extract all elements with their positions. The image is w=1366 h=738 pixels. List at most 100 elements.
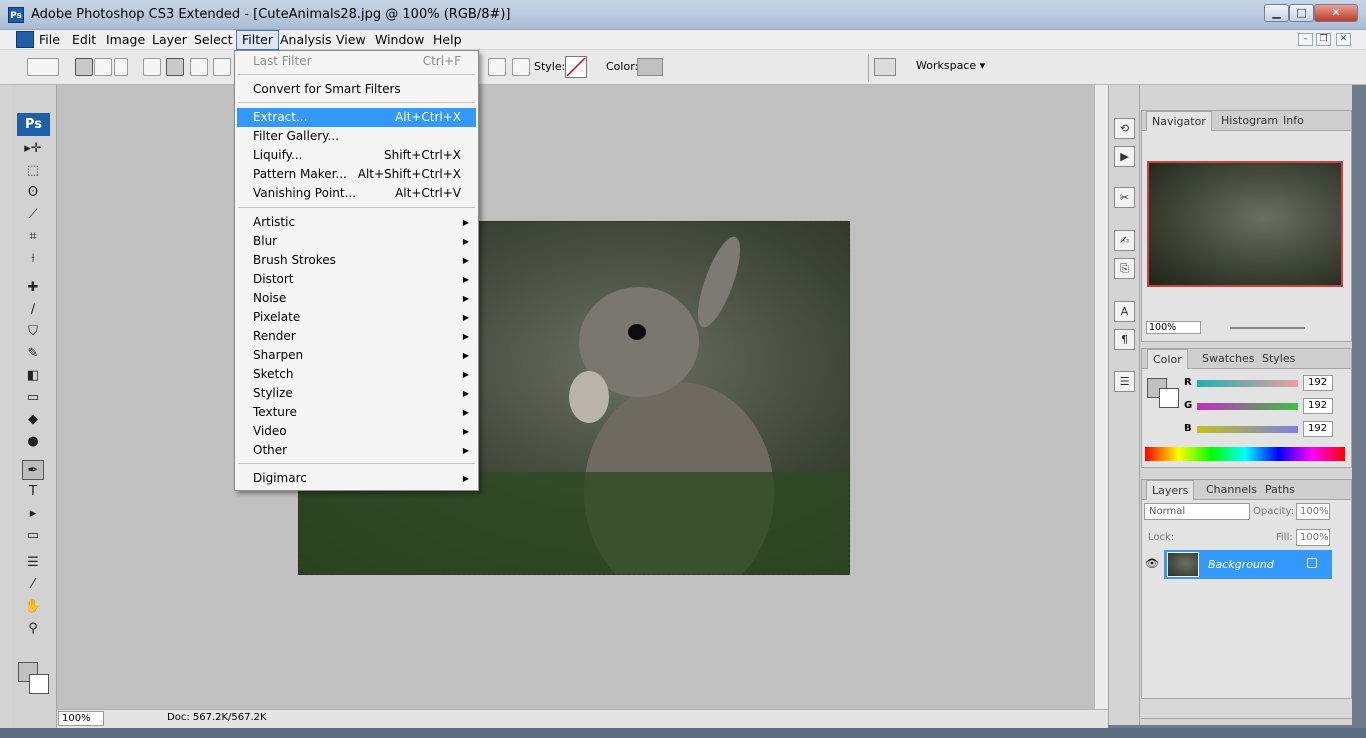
maximize-button[interactable]: □ [1289,4,1314,22]
menu-item-sketch[interactable]: Sketch ▶ [237,365,476,384]
brush-tool-icon[interactable]: ∕ [22,300,44,320]
navigator-thumbnail[interactable] [1147,161,1343,287]
menu-help[interactable]: Help [428,30,467,50]
file-browser-icon[interactable] [874,58,896,76]
gradient-tool-icon[interactable]: ▭ [22,388,44,408]
workspace-button[interactable]: Workspace ▾ [910,56,991,76]
layer-comps-icon[interactable]: ☰ [1114,371,1135,392]
menu-item-pixelate[interactable]: Pixelate ▶ [237,308,476,327]
marquee-tool-icon[interactable]: ⬚ [22,161,44,181]
opacity-field[interactable]: 100% [1296,503,1330,520]
doc-restore-button[interactable]: ❐ [1316,33,1331,46]
menu-item-video[interactable]: Video ▶ [237,422,476,441]
menu-view[interactable]: View [331,30,371,50]
navigator-zoom-slider[interactable] [1230,327,1305,329]
menu-window[interactable]: Window [370,30,429,50]
brushes-icon[interactable]: ✍ [1114,230,1135,251]
tab-styles[interactable]: Styles [1257,349,1300,369]
menu-item-pattern-maker[interactable]: Pattern Maker... Alt+Shift+Ctrl+X [237,165,476,184]
menu-filter[interactable]: Filter [236,30,279,50]
healing-brush-icon[interactable]: ✚ [22,278,44,298]
eyedropper-tool-icon[interactable]: ⁄ [22,575,44,595]
fill-pixels-icon[interactable] [114,58,128,76]
paragraph-icon[interactable]: ¶ [1114,329,1135,350]
hand-tool-icon[interactable]: ✋ [22,597,44,617]
clone-stamp-icon[interactable]: ⛉ [22,322,44,342]
menu-item-other[interactable]: Other ▶ [237,441,476,460]
tab-channels[interactable]: Channels [1201,480,1262,500]
tab-swatches[interactable]: Swatches [1197,349,1260,369]
actions-icon[interactable]: ▶ [1114,146,1135,167]
channel-g-value[interactable]: 192 [1303,398,1333,414]
magic-wand-icon[interactable]: ⟋ [22,205,44,225]
menu-item-artistic[interactable]: Artistic ▶ [237,213,476,232]
photoshop-app-icon[interactable]: Ps [8,7,24,23]
path-selection-icon[interactable]: ▸ [22,504,44,524]
menu-analysis[interactable]: Analysis [275,30,337,50]
minimize-button[interactable]: ▁ [1264,4,1289,22]
close-button[interactable]: ✕ [1314,4,1358,22]
channel-r-value[interactable]: 192 [1303,375,1333,391]
menu-item-noise[interactable]: Noise ▶ [237,289,476,308]
shape-layers-icon[interactable] [75,58,93,76]
history-icon[interactable]: ⟲ [1114,118,1135,139]
path-combine-icon[interactable] [488,58,506,76]
pen-tool-icon[interactable] [143,58,161,76]
history-brush-icon[interactable]: ✎ [22,344,44,364]
menu-item-extract[interactable]: Extract... Alt+Ctrl+X [237,108,476,127]
menu-item-sharpen[interactable]: Sharpen ▶ [237,346,476,365]
character-icon[interactable]: A [1114,301,1135,322]
background-color[interactable] [29,674,49,694]
document-icon[interactable] [16,31,34,48]
paths-icon[interactable] [94,58,112,76]
menu-item-filter-gallery[interactable]: Filter Gallery... [237,127,476,146]
slice-tool-icon[interactable]: ⟊ [22,249,44,269]
layer-visibility-eye-icon[interactable]: 👁 [1144,554,1160,574]
tool-preset-picker[interactable] [27,58,59,76]
vertical-scrollbar[interactable] [1094,85,1108,709]
channel-b-slider[interactable] [1197,426,1298,433]
zoom-field[interactable]: 100% [58,711,104,726]
channel-r-slider[interactable] [1197,380,1298,387]
menu-item-brush-strokes[interactable]: Brush Strokes ▶ [237,251,476,270]
tab-layers[interactable]: Layers [1146,480,1195,500]
type-tool-icon[interactable]: T [22,482,44,502]
menu-layer[interactable]: Layer [147,30,192,50]
rectangle-icon[interactable] [190,58,208,76]
menu-item-stylize[interactable]: Stylize ▶ [237,384,476,403]
document-size-info[interactable]: Doc: 567.2K/567.2K [167,712,267,723]
link-icon[interactable] [512,58,530,76]
menu-item-digimarc[interactable]: Digimarc ▶ [237,469,476,488]
color-panel-background[interactable] [1159,388,1179,408]
style-picker[interactable] [565,56,587,78]
menu-item-render[interactable]: Render ▶ [237,327,476,346]
zoom-tool-icon[interactable]: ⚲ [22,619,44,639]
lasso-tool-icon[interactable]: ʘ [22,183,44,203]
color-spectrum[interactable] [1145,447,1345,461]
blend-mode-select[interactable]: Normal [1144,503,1250,520]
menu-item-convert-smart-filters[interactable]: Convert for Smart Filters [237,80,476,99]
dodge-tool-icon[interactable]: ● [22,432,44,452]
pen-tool-icon[interactable]: ✒ [22,460,44,480]
doc-minimize-button[interactable]: – [1298,33,1313,46]
tab-navigator[interactable]: Navigator [1146,111,1212,131]
menu-select[interactable]: Select [189,30,238,50]
fill-field[interactable]: 100% [1296,529,1330,546]
menu-file[interactable]: File [34,30,65,50]
tool-presets-icon[interactable]: ✂ [1114,187,1135,208]
ps-logo[interactable]: Ps [17,113,50,136]
menu-item-texture[interactable]: Texture ▶ [237,403,476,422]
tab-paths[interactable]: Paths [1260,480,1300,500]
move-tool-icon[interactable]: ▸✛ [22,139,44,159]
blur-tool-icon[interactable]: ◆ [22,410,44,430]
eraser-tool-icon[interactable]: ◧ [22,366,44,386]
navigator-zoom-field[interactable]: 100% [1146,321,1201,334]
channel-b-value[interactable]: 192 [1303,421,1333,437]
rounded-rectangle-icon[interactable] [213,58,231,76]
menu-edit[interactable]: Edit [67,30,101,50]
notes-tool-icon[interactable]: ☰ [22,553,44,573]
rectangle-tool-icon[interactable]: ▭ [22,526,44,546]
doc-close-button[interactable]: ✕ [1336,33,1351,46]
menu-item-liquify[interactable]: Liquify... Shift+Ctrl+X [237,146,476,165]
color-swatch[interactable] [637,58,663,76]
